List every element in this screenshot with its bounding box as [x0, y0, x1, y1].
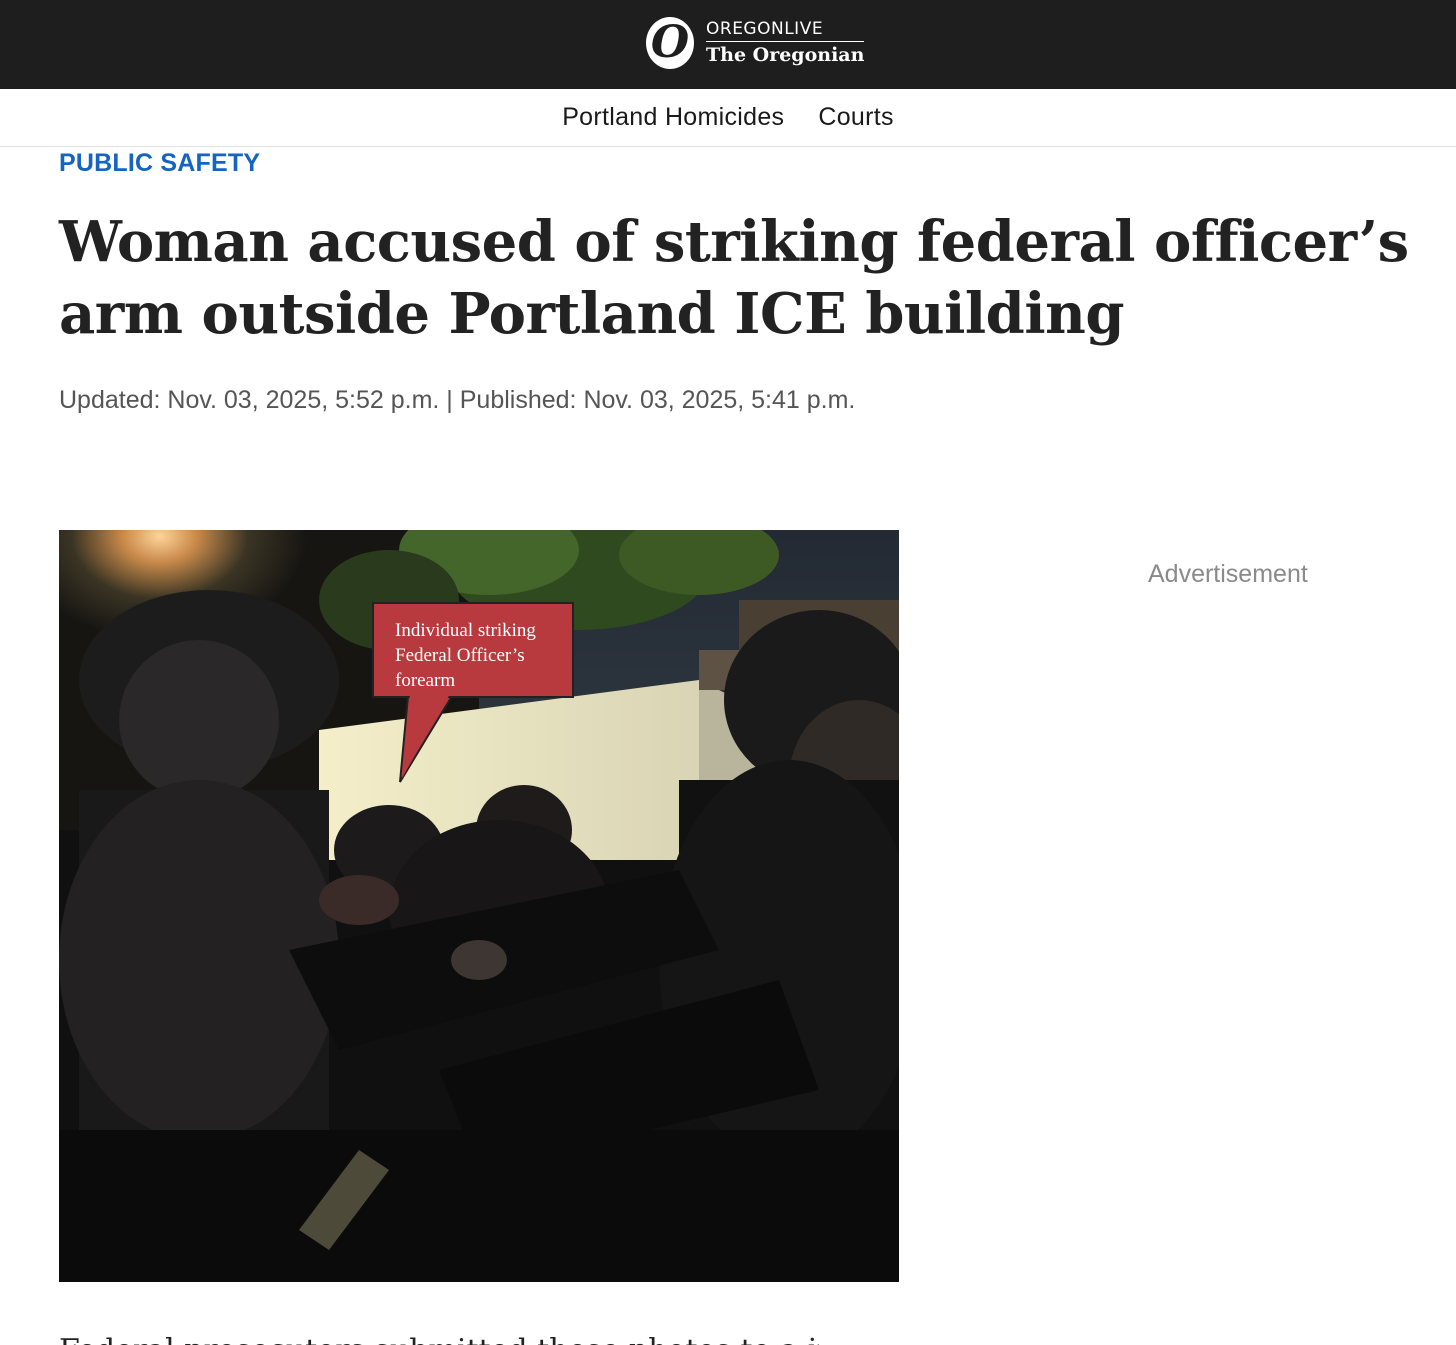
article-photo[interactable]: Individual striking Federal Officer’s fo…	[59, 530, 899, 1282]
updated-timestamp: Updated: Nov. 03, 2025, 5:52 p.m.	[59, 386, 440, 414]
article-headline: Woman accused of striking federal office…	[59, 209, 1409, 347]
site-header: O OREGONLIVE The Oregonian	[0, 0, 1456, 89]
oregonian-o-icon: O	[646, 17, 694, 69]
callout-text: Individual striking Federal Officer’s fo…	[395, 620, 536, 691]
dateline-separator: |	[446, 386, 453, 414]
article-body-first-line: Federal prosecutors submitted these phot…	[59, 1331, 819, 1345]
logo-oregonian-text: The Oregonian	[706, 43, 865, 66]
advertisement-label: Advertisement	[1148, 560, 1308, 588]
oregonlive-logo[interactable]: O OREGONLIVE The Oregonian	[646, 15, 865, 71]
logo-initial: O	[650, 17, 690, 68]
logo-oregonlive-text: OREGONLIVE	[706, 19, 865, 42]
published-timestamp: Published: Nov. 03, 2025, 5:41 p.m.	[459, 386, 856, 414]
photo-callout: Individual striking Federal Officer’s fo…	[372, 602, 578, 783]
nav-item-courts[interactable]: Courts	[818, 103, 893, 132]
article-body: Federal prosecutors submitted these phot…	[59, 1330, 819, 1345]
article-dateline: Updated: Nov. 03, 2025, 5:52 p.m. | Publ…	[59, 386, 855, 415]
logo-wordmark: OREGONLIVE The Oregonian	[706, 19, 865, 68]
nav-item-portland-homicides[interactable]: Portland Homicides	[562, 103, 784, 132]
section-nav: Portland Homicides Courts	[0, 89, 1456, 147]
section-label[interactable]: PUBLIC SAFETY	[59, 149, 260, 178]
